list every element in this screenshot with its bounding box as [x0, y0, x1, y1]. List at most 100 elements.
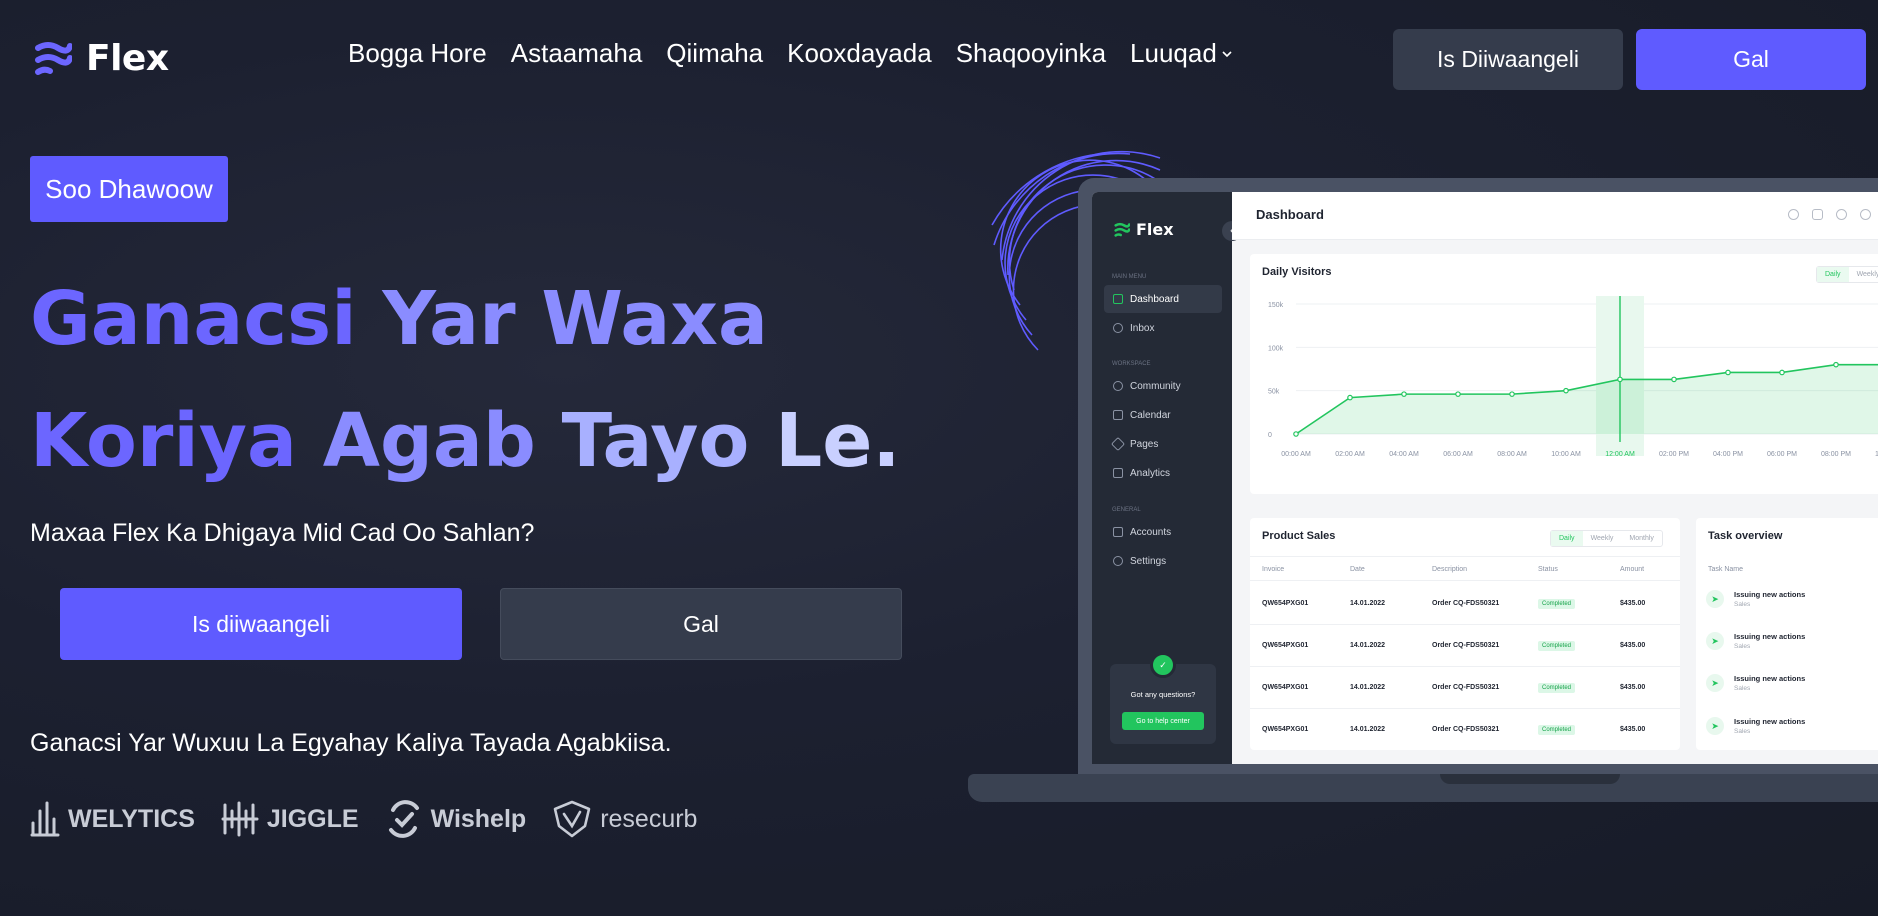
task-name: Issuing new actions — [1734, 717, 1806, 726]
send-icon: ➤ — [1706, 717, 1724, 735]
brand-name: JIGGLE — [266, 804, 359, 833]
sidebar-item-calendar[interactable]: Calendar — [1104, 401, 1222, 429]
trust-statement: Ganacsi Yar Wuxuu La Egyahay Kaliya Taya… — [30, 729, 672, 757]
laptop-base — [968, 774, 1878, 802]
sidebar-item-label: Analytics — [1130, 467, 1171, 479]
headline-word: Agab — [322, 398, 536, 484]
divider — [1250, 708, 1680, 709]
resecurb-logo-icon — [553, 800, 591, 838]
brand-wishelp: Wishelp — [385, 800, 526, 838]
help-card: ✓ Got any questions? Go to help center — [1110, 652, 1216, 744]
brand-jiggle: JIGGLE — [221, 801, 359, 837]
amount-cell: $435.00 — [1620, 600, 1646, 607]
send-icon: ➤ — [1706, 674, 1724, 692]
data-point — [1347, 394, 1353, 401]
message-icon[interactable] — [1812, 209, 1823, 220]
sidebar-item-accounts[interactable]: Accounts — [1104, 518, 1222, 546]
jiggle-logo-icon — [221, 801, 259, 837]
profile-icon[interactable] — [1860, 209, 1871, 220]
brand-name: resecurb — [600, 804, 698, 833]
brand-logo[interactable]: Flex — [34, 38, 169, 79]
chevron-down-icon — [1222, 50, 1232, 57]
nav-link-home[interactable]: Bogga Hore — [348, 38, 487, 69]
dashboard-brand: Flex — [1136, 220, 1174, 239]
calendar-icon — [1113, 410, 1123, 420]
data-point — [1671, 376, 1677, 383]
nav-link-features[interactable]: Astaamaha — [511, 38, 643, 69]
sidebar-item-pages[interactable]: Pages — [1104, 430, 1222, 458]
menu-section-workspace: Workspace — [1112, 361, 1151, 367]
status-badge: Completed — [1538, 725, 1576, 735]
partner-logos: WELYTICS JIGGLE Wishelp resecurb — [30, 800, 697, 838]
column-header: Date — [1350, 566, 1365, 573]
period-daily[interactable]: Daily — [1551, 531, 1583, 546]
dashboard-preview: Flex ‹ MAIN MENU Dashboard Inbox Workspa… — [1092, 192, 1878, 764]
task-name: Issuing new actions — [1734, 590, 1806, 599]
search-icon[interactable] — [1788, 209, 1799, 220]
sidebar-item-label: Calendar — [1130, 409, 1171, 421]
x-tick-label: 04:00 PM — [1713, 451, 1743, 458]
help-question: Got any questions? — [1130, 690, 1196, 699]
sidebar-item-inbox[interactable]: Inbox — [1104, 314, 1222, 342]
nav-link-team[interactable]: Kooxdayada — [787, 38, 932, 69]
nav-links: Bogga Hore Astaamaha Qiimaha Kooxdayada … — [348, 38, 1233, 69]
y-tick-label: 50k — [1268, 389, 1280, 396]
description-cell: Order CQ-FDS50321 — [1432, 642, 1500, 649]
column-header: Description — [1432, 566, 1468, 573]
data-point — [1293, 431, 1299, 437]
dashboard-topbar: Dashboard — [1232, 192, 1878, 240]
divider — [1250, 624, 1680, 625]
help-center-button[interactable]: Go to help center — [1122, 712, 1204, 730]
nav-link-careers[interactable]: Shaqooyinka — [956, 38, 1106, 69]
sidebar-item-label: Settings — [1130, 555, 1167, 567]
analytics-icon — [1113, 468, 1123, 478]
invoice-cell: QW654PXG01 — [1262, 726, 1309, 733]
nav-signup-button[interactable]: Is Diiwaangeli — [1393, 29, 1623, 90]
send-icon: ➤ — [1706, 632, 1724, 650]
data-point — [1779, 369, 1785, 376]
invoice-cell: QW654PXG01 — [1262, 600, 1309, 607]
data-point — [1455, 391, 1461, 397]
divider — [1250, 580, 1680, 581]
hero-subheading: Maxaa Flex Ka Dhigaya Mid Cad Oo Sahlan? — [30, 519, 535, 547]
period-weekly[interactable]: Weekly — [1583, 531, 1622, 546]
sidebar-item-dashboard[interactable]: Dashboard — [1104, 285, 1222, 313]
nav-link-language[interactable]: Luuqad — [1130, 38, 1233, 69]
language-label: Luuqad — [1130, 38, 1217, 68]
period-monthly[interactable]: Monthly — [1621, 531, 1662, 546]
description-cell: Order CQ-FDS50321 — [1432, 684, 1500, 691]
brand-welytics: WELYTICS — [30, 801, 195, 837]
hero-login-button[interactable]: Gal — [500, 588, 902, 660]
amount-cell: $435.00 — [1620, 642, 1646, 649]
sidebar-item-analytics[interactable]: Analytics — [1104, 459, 1222, 487]
headline-word: Yar — [382, 276, 516, 362]
dashboard-title: Dashboard — [1256, 207, 1324, 222]
top-navbar: Flex Bogga Hore Astaamaha Qiimaha Kooxda… — [0, 0, 1878, 116]
brand-name: WELYTICS — [68, 804, 195, 833]
welcome-tag: Soo Dhawoow — [30, 156, 228, 222]
hero-headline: Ganacsi Yar Waxa Koriya Agab Tayo Le. — [30, 258, 901, 502]
headline-word: Ganacsi — [30, 276, 357, 362]
nav-login-button[interactable]: Gal — [1636, 29, 1866, 90]
invoice-cell: QW654PXG01 — [1262, 684, 1309, 691]
x-tick-label: 00:00 AM — [1281, 451, 1311, 458]
dashboard-sidebar: Flex ‹ MAIN MENU Dashboard Inbox Workspa… — [1092, 192, 1242, 764]
x-tick-label: 06:00 PM — [1767, 451, 1797, 458]
bell-icon[interactable] — [1836, 209, 1847, 220]
sidebar-item-label: Pages — [1130, 438, 1159, 450]
task-category: Sales — [1734, 601, 1751, 608]
settings-icon — [1113, 556, 1123, 566]
sidebar-item-community[interactable]: Community — [1104, 372, 1222, 400]
sidebar-item-settings[interactable]: Settings — [1104, 547, 1222, 575]
product-sales-card: Product Sales Daily Weekly Monthly Invoi… — [1250, 518, 1680, 750]
inbox-icon — [1113, 323, 1123, 333]
hero-signup-button[interactable]: Is diiwaangeli — [60, 588, 462, 660]
nav-link-pricing[interactable]: Qiimaha — [666, 38, 763, 69]
welytics-logo-icon — [30, 801, 60, 837]
headline-line-2: Koriya Agab Tayo Le. — [30, 380, 901, 502]
headline-word: Le. — [775, 398, 901, 484]
x-tick-label: 12:00 AM — [1605, 451, 1635, 458]
divider — [1250, 666, 1680, 667]
task-name: Issuing new actions — [1734, 632, 1806, 641]
sidebar-item-label: Community — [1130, 380, 1181, 392]
